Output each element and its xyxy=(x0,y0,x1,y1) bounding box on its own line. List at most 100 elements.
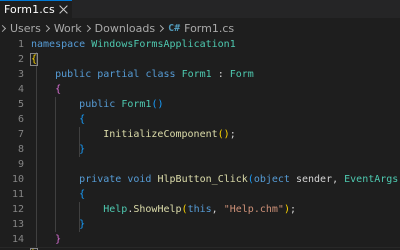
code-text: } xyxy=(31,142,85,157)
breadcrumb-item[interactable]: Users xyxy=(10,22,41,35)
code-token: ; xyxy=(289,204,296,215)
code-token: , xyxy=(211,204,224,215)
code-token: object xyxy=(253,174,290,185)
code-line[interactable]: 2{ xyxy=(0,52,400,67)
code-text: { xyxy=(31,187,85,202)
code-token: void xyxy=(127,174,152,185)
line-number: 13 xyxy=(11,219,24,230)
line-number: 10 xyxy=(11,174,24,185)
code-text: { xyxy=(31,82,61,97)
tab-label: Form1.cs xyxy=(4,3,55,16)
code-token: EventArgs xyxy=(344,174,399,185)
code-token: ; xyxy=(229,129,236,140)
breadcrumb: Users Work Downloads C# Form1.cs xyxy=(0,20,400,36)
line-number: 14 xyxy=(11,234,24,245)
code-text: private void HlpButton_Click(object send… xyxy=(31,172,400,187)
code-token: private xyxy=(79,174,122,185)
line-number: 9 xyxy=(17,159,24,170)
code-line[interactable]: 5 public Form1() xyxy=(0,97,400,112)
code-token: : xyxy=(211,69,230,80)
code-line[interactable]: 12 Help.ShowHelp(this, "Help.chm"); xyxy=(0,202,400,217)
code-text: public partial class Form1 : Form xyxy=(31,67,254,82)
breadcrumb-item[interactable]: Form1.cs xyxy=(184,22,234,35)
code-token: { xyxy=(79,189,86,200)
code-line[interactable]: 9 xyxy=(0,157,400,172)
code-token: Form1 xyxy=(121,99,152,110)
code-line[interactable]: 3 public partial class Form1 : Form xyxy=(0,67,400,82)
line-number: 7 xyxy=(17,129,24,140)
code-token: Form1 xyxy=(181,69,212,80)
code-token: sender, xyxy=(289,174,345,185)
code-token: namespace xyxy=(31,39,86,50)
code-text: { xyxy=(29,52,39,67)
code-token: HlpButton_Click xyxy=(157,174,248,185)
code-token: } xyxy=(55,234,62,245)
code-line[interactable]: 4 { xyxy=(0,82,400,97)
code-line[interactable]: 14 } xyxy=(0,232,400,247)
code-text: } xyxy=(31,217,85,232)
code-token: this xyxy=(187,204,212,215)
line-number: 11 xyxy=(11,189,24,200)
line-number: 6 xyxy=(17,114,24,125)
line-number: 1 xyxy=(17,39,24,50)
code-text: } xyxy=(31,232,61,247)
tab-form1-cs[interactable]: Form1.cs xyxy=(0,0,72,18)
breadcrumb-item[interactable]: Downloads xyxy=(95,22,155,35)
code-line[interactable]: 10 private void HlpButton_Click(object s… xyxy=(0,172,400,187)
code-token: } xyxy=(79,219,86,230)
chevron-right-icon xyxy=(157,24,165,32)
code-text: public Form1() xyxy=(31,97,163,112)
code-token: public xyxy=(79,99,116,110)
code-token: ShowHelp xyxy=(133,204,182,215)
line-number: 8 xyxy=(17,144,24,155)
line-number: 3 xyxy=(17,69,24,80)
code-token: partial xyxy=(97,69,140,80)
code-token: public xyxy=(55,69,92,80)
code-token: Form xyxy=(229,69,254,80)
code-line[interactable]: 13 } xyxy=(0,217,400,232)
code-text: Help.ShowHelp(this, "Help.chm"); xyxy=(31,202,296,217)
tab-bar: Form1.cs xyxy=(0,0,400,18)
code-token: { xyxy=(29,53,39,66)
code-text: { xyxy=(31,112,85,127)
line-number: 2 xyxy=(17,54,24,65)
code-token: WindowsFormsApplication1 xyxy=(91,39,236,50)
code-token: InitializeComponent xyxy=(103,129,218,140)
chevron-right-icon xyxy=(42,24,50,32)
code-line[interactable]: 11 { xyxy=(0,187,400,202)
code-token: Help xyxy=(103,204,128,215)
chevron-right-icon xyxy=(83,24,91,32)
chevron-right-icon xyxy=(0,24,7,32)
code-token: { xyxy=(55,84,62,95)
code-token: () xyxy=(151,99,164,110)
code-line[interactable]: 1 namespace WindowsFormsApplication1 xyxy=(0,37,400,52)
line-number: 12 xyxy=(11,204,24,215)
code-token: () xyxy=(217,129,230,140)
code-text: InitializeComponent(); xyxy=(31,127,236,142)
code-token: } xyxy=(79,144,86,155)
code-text: namespace WindowsFormsApplication1 xyxy=(31,37,236,52)
code-token: "Help.chm" xyxy=(223,204,284,215)
code-line[interactable]: 7 InitializeComponent(); xyxy=(0,127,400,142)
code-editor[interactable]: 1 namespace WindowsFormsApplication1 2{3 p… xyxy=(0,37,400,250)
breadcrumb-item[interactable]: Work xyxy=(54,22,82,35)
code-token: { xyxy=(79,114,86,125)
line-number: 5 xyxy=(17,99,24,110)
code-line[interactable]: 8 } xyxy=(0,142,400,157)
code-line[interactable]: 6 { xyxy=(0,112,400,127)
code-token: class xyxy=(145,69,176,80)
csharp-file-icon: C# xyxy=(168,22,181,34)
line-number: 4 xyxy=(17,84,24,95)
close-icon[interactable] xyxy=(58,4,69,15)
